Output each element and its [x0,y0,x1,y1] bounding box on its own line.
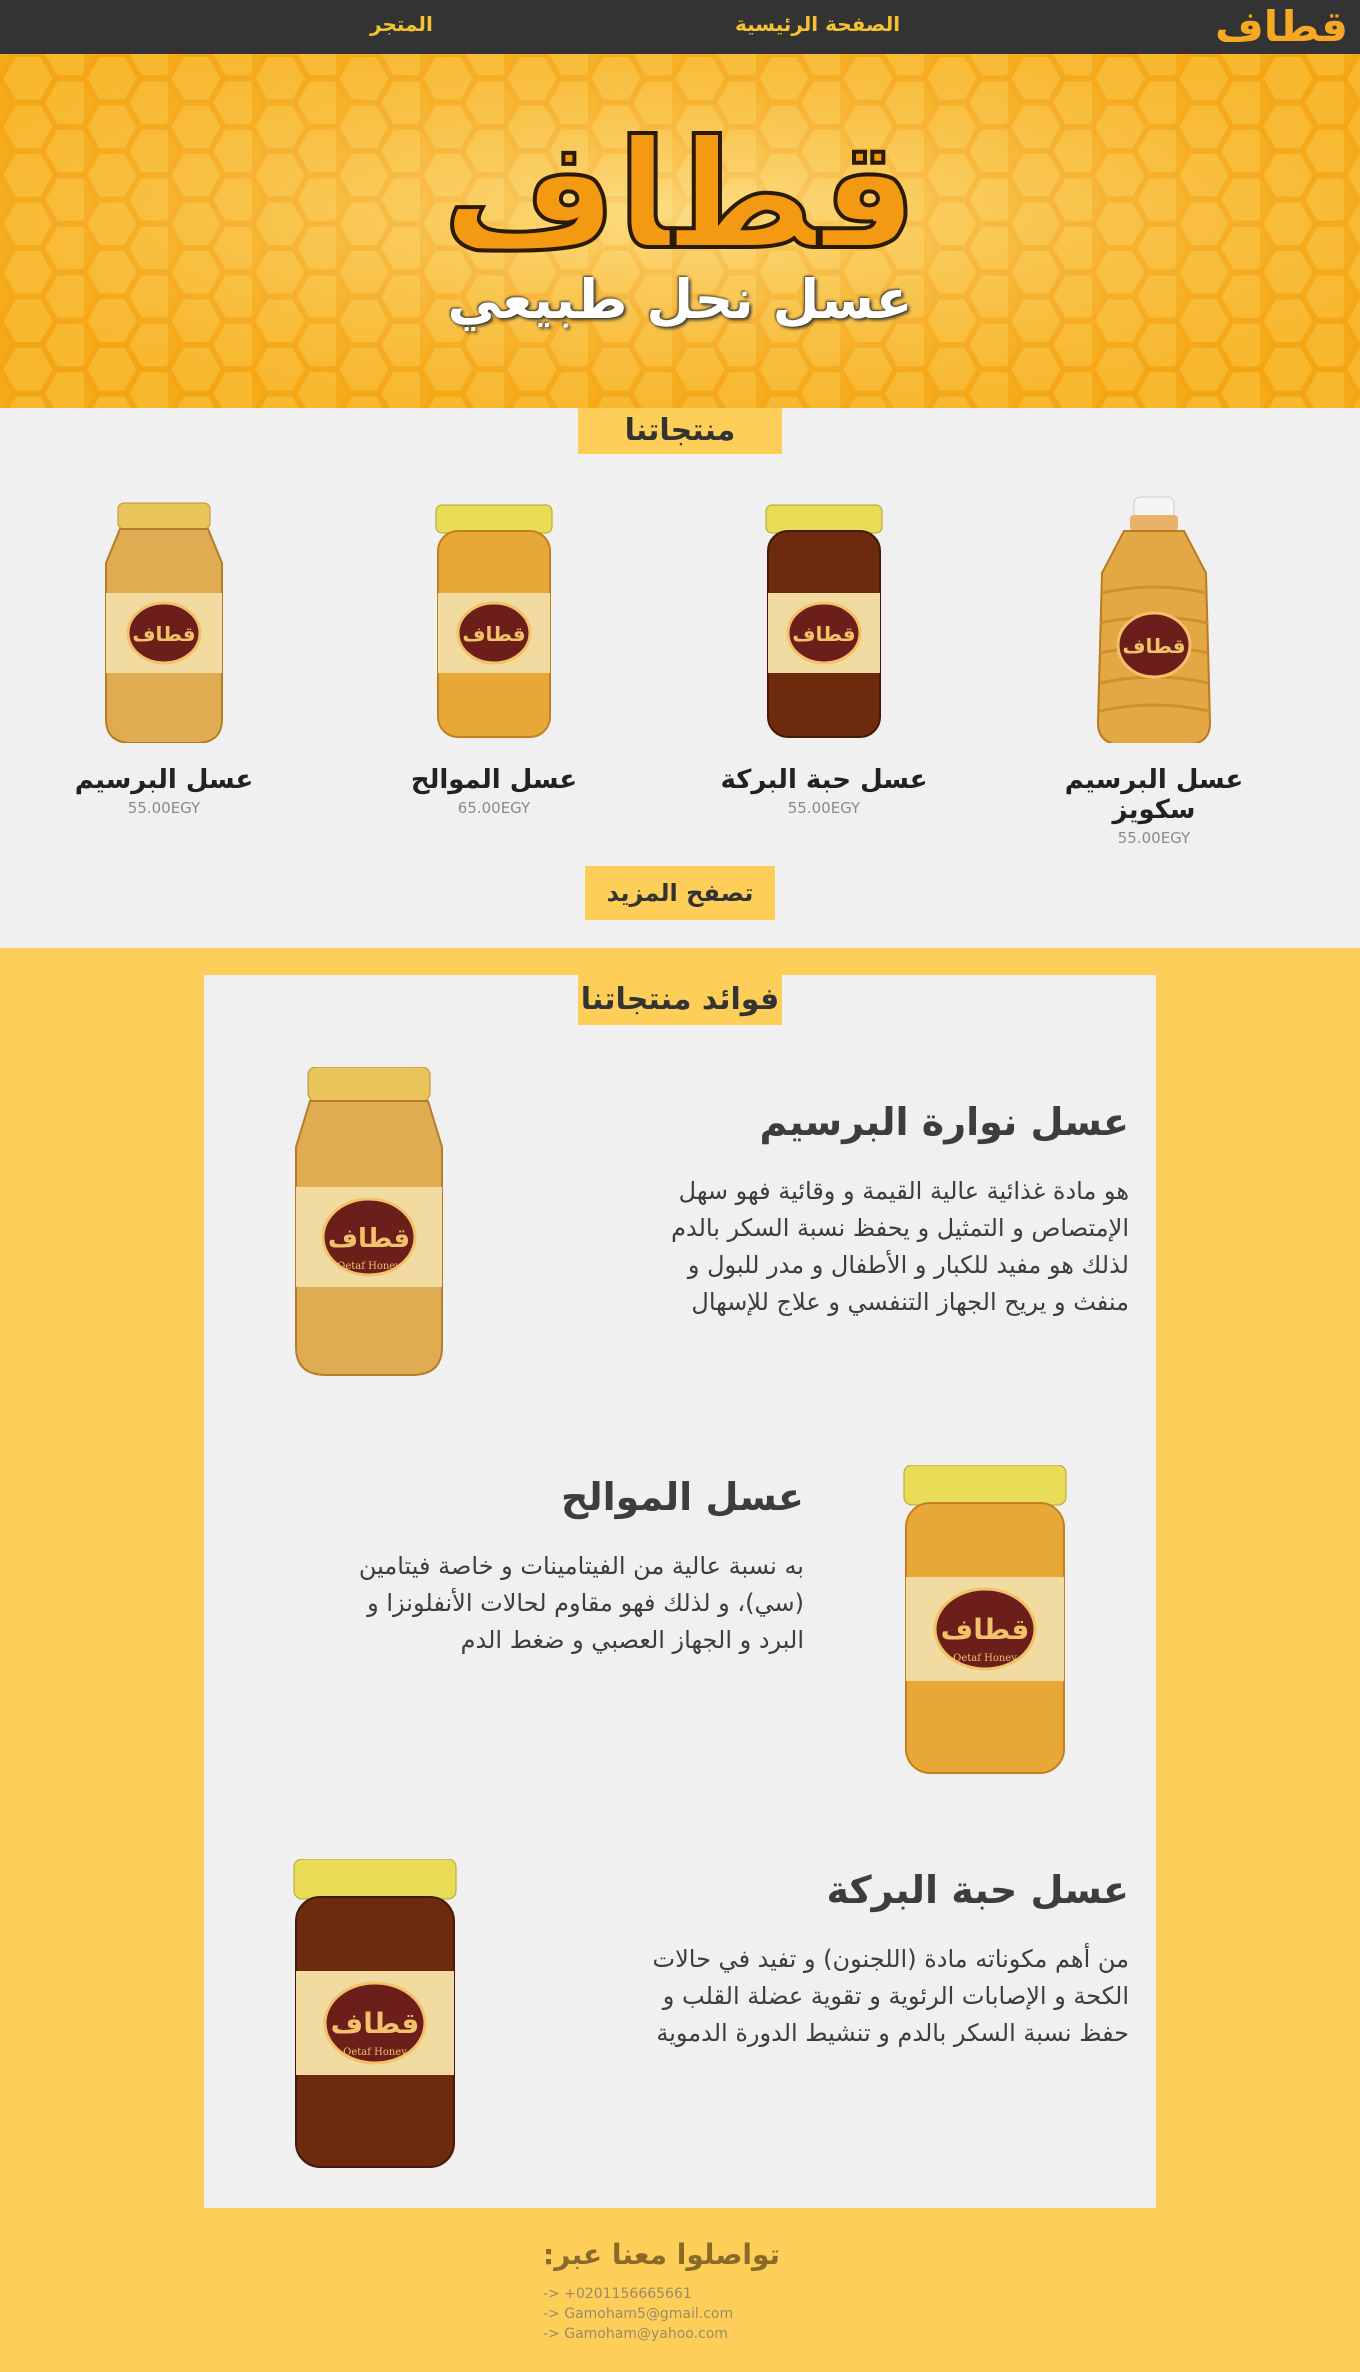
product-name[interactable]: عسل الموالح [374,765,614,795]
contact-email-gmail[interactable]: -> Gamoham5@gmail.com [543,2306,733,2322]
benefit-description: من أهم مكوناته مادة (اللجنون) و تفيد في … [652,1945,1130,2047]
benefit-description: به نسبة عالية من الفيتامينات و خاصة فيتا… [358,1552,804,1654]
benefits-title: فوائد منتجاتنا [578,975,782,1025]
svg-text:Qetaf Honey: Qetaf Honey [337,1261,401,1272]
nav-link-home[interactable]: الصفحة الرئيسية [735,12,900,36]
contact-title: تواصلوا معنا عبر: [543,2238,781,2271]
benefits-section: فوائد منتجاتنا قطاف Qetaf Honey عسل نوار… [204,975,1156,2208]
svg-text:قطاف: قطاف [1122,634,1185,658]
svg-text:قطاف: قطاف [132,622,195,646]
products-title: منتجاتنا [578,408,782,454]
product-price: 55.00EGY [127,799,201,817]
products-section: منتجاتنا قطاف عسل البرسيم سكويز 55.00EGY [0,408,1360,948]
product-card[interactable]: قطاف عسل الموالح 65.00EGY [374,483,614,817]
contact-phone[interactable]: -> +0201156665661 [543,2286,692,2302]
benefit-title: عسل حبة البركة [826,1868,1129,1912]
product-image[interactable]: قطاف [704,483,944,743]
brand-logo[interactable]: قطاف [1215,2,1349,52]
product-image[interactable]: قطاف [374,483,614,743]
product-price: 65.00EGY [457,799,531,817]
product-image[interactable]: قطاف [44,483,284,744]
clover-honey-jar-image: قطاف Qetaf Honey [294,1066,444,1381]
svg-text:قطاف: قطاف [462,622,525,646]
product-price: 55.00EGY [787,799,861,817]
contact-footer: تواصلوا معنا عبر: -> +0201156665661 -> G… [0,2208,1360,2372]
product-image[interactable]: قطاف [1034,483,1274,746]
hero-subtitle: عسل نحل طبيعي [447,268,913,331]
benefit-title: عسل الموالح [560,1475,804,1519]
product-card[interactable]: قطاف عسل البرسيم سكويز 55.00EGY [1034,483,1274,847]
nav-link-store[interactable]: المتجر [370,12,433,36]
citrus-honey-jar-image: قطاف Qetaf Honey [900,1464,1070,1779]
svg-text:قطاف: قطاف [792,622,855,646]
product-card[interactable]: قطاف عسل حبة البركة 55.00EGY [704,483,944,817]
svg-text:Qetaf Honey: Qetaf Honey [343,2047,407,2058]
browse-more-button[interactable]: تصفح المزيد [585,866,775,920]
svg-text:Qetaf Honey: Qetaf Honey [953,1653,1017,1664]
benefit-title: عسل نوارة البرسيم [759,1100,1129,1144]
black-seed-honey-jar-image: قطاف Qetaf Honey [290,1858,460,2173]
product-name[interactable]: عسل البرسيم سكويز [1034,765,1274,825]
svg-text:قطاف: قطاف [328,1224,410,1254]
product-name[interactable]: عسل البرسيم [44,765,284,795]
hero-logo: قطاف [441,109,924,283]
product-price: 55.00EGY [1117,829,1191,847]
hero-banner: قطاف عسل نحل طبيعي [0,54,1360,408]
benefit-description: هو مادة غذائية عالية القيمة و وقائية فهو… [671,1177,1129,1316]
svg-text:قطاف: قطاف [941,1613,1030,1646]
product-name[interactable]: عسل حبة البركة [704,765,944,795]
contact-email-yahoo[interactable]: -> Gamoham@yahoo.com [543,2326,728,2342]
top-navbar: قطاف الصفحة الرئيسية المتجر [0,0,1360,54]
product-card[interactable]: قطاف عسل البرسيم 55.00EGY [44,483,284,817]
svg-text:قطاف: قطاف [331,2007,420,2040]
